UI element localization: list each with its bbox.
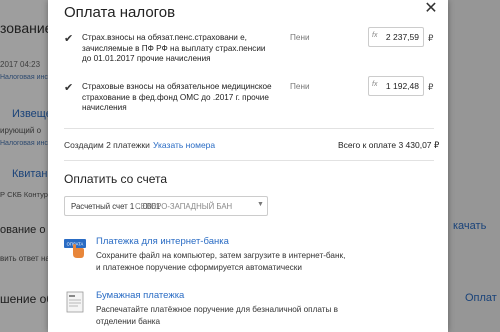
internet-bank-payment-icon[interactable]: ОПЛАТА	[64, 235, 88, 259]
payment-type: Пени	[290, 33, 310, 42]
payment-checkbox[interactable]: ✔	[64, 83, 74, 94]
payment-description: Страх.взносы на обязат.пенс.страховани е…	[82, 33, 266, 63]
payment-row: ✔ Страховые взносы на обязательное медиц…	[64, 76, 436, 122]
payment-row: ✔ Страх.взносы на обязат.пенс.страховани…	[64, 27, 436, 73]
formula-icon: fx	[372, 32, 378, 39]
internet-bank-option-link[interactable]: Платежка для интернет-банка	[96, 236, 229, 247]
account-bank: СЕВЕРО-ЗАПАДНЫЙ БАН	[135, 202, 233, 211]
payment-type: Пени	[290, 82, 310, 91]
divider	[64, 128, 434, 129]
chevron-down-icon: ▼	[257, 201, 264, 208]
internet-bank-option-desc: Сохраните файл на компьютер, затем загру…	[96, 251, 346, 260]
total-amount: Всего к оплате 3 430,07 ₽	[338, 140, 440, 150]
paper-payment-icon[interactable]	[64, 290, 88, 314]
internet-bank-option-desc: и платежное поручение сформируется автом…	[96, 263, 302, 272]
payment-amount-field[interactable]: fx 2 237,59	[368, 27, 424, 47]
created-count-text: Создадим 2 платежки	[64, 140, 150, 150]
paper-payment-option-desc: Распечатайте платёжное поручение для без…	[96, 305, 339, 314]
formula-icon: fx	[372, 81, 378, 88]
close-icon[interactable]: ✕	[424, 1, 438, 17]
payment-description: Страховые взносы на обязательное медицин…	[82, 82, 272, 112]
tax-payment-modal: Оплата налогов ✕ ✔ Страх.взносы на обяза…	[48, 0, 448, 332]
modal-title: Оплата налогов	[64, 4, 176, 21]
specify-numbers-link[interactable]: Указать номера	[153, 140, 215, 150]
payment-amount-field[interactable]: fx 1 192,48	[368, 76, 424, 96]
payment-amount: 1 192,48	[385, 81, 419, 91]
account-select[interactable]: Расчетный счет 1 ...0001 СЕВЕРО-ЗАПАДНЫЙ…	[64, 196, 268, 216]
payment-amount: 2 237,59	[385, 32, 419, 42]
payment-checkbox[interactable]: ✔	[64, 34, 74, 45]
currency-sign: ₽	[428, 82, 434, 92]
currency-sign: ₽	[428, 33, 434, 43]
pay-from-account-title: Оплатить со счета	[64, 172, 168, 186]
divider	[64, 160, 434, 161]
paper-payment-option-desc: отделении банка	[96, 317, 161, 326]
paper-payment-option-link[interactable]: Бумажная платежка	[96, 290, 184, 301]
